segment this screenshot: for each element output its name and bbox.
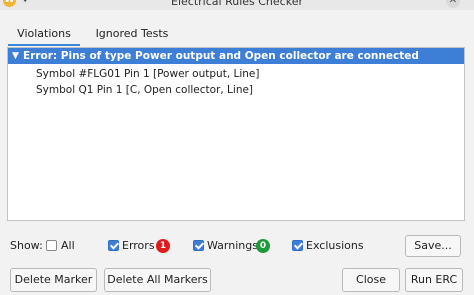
tab-ignored-tests[interactable]: Ignored Tests (1) [88,24,176,60]
close-button[interactable]: Close [342,268,400,292]
delete-all-markers-button[interactable]: Delete All Markers [104,268,211,292]
tab-violations[interactable]: Violations (1) [8,24,80,60]
title-bar: W ✦ Electrical Rules Checker ✕ [0,0,474,10]
exclusions-checkbox[interactable] [292,240,303,251]
warnings-label[interactable]: Warnings [207,239,258,253]
show-label: Show: [10,239,43,252]
all-checkbox[interactable] [46,240,57,251]
run-erc-button[interactable]: Run ERC [405,268,463,292]
errors-count-badge: 1 [156,239,170,253]
all-label[interactable]: All [61,239,75,253]
list-item[interactable]: Symbol Q1 Pin 1 [C, Open collector, Line… [36,82,253,98]
errors-label[interactable]: Errors [122,239,155,253]
window-title: Electrical Rules Checker [171,0,303,8]
list-item[interactable]: Symbol #FLG01 Pin 1 [Power output, Line] [36,66,259,82]
warnings-count-badge: 0 [256,239,270,253]
errors-checkbox[interactable] [108,240,119,251]
delete-marker-button[interactable]: Delete Marker [10,268,97,292]
error-text: Error: Pins of type Power output and Ope… [23,50,419,62]
warnings-checkbox[interactable] [193,240,204,251]
save-button[interactable]: Save... [405,235,461,257]
exclusions-label[interactable]: Exclusions [306,239,364,253]
error-row[interactable]: ▼ Error: Pins of type Power output and O… [8,48,464,64]
collapse-arrow-icon[interactable]: ▼ [12,48,19,64]
violations-list[interactable]: ▼ Error: Pins of type Power output and O… [7,47,465,221]
